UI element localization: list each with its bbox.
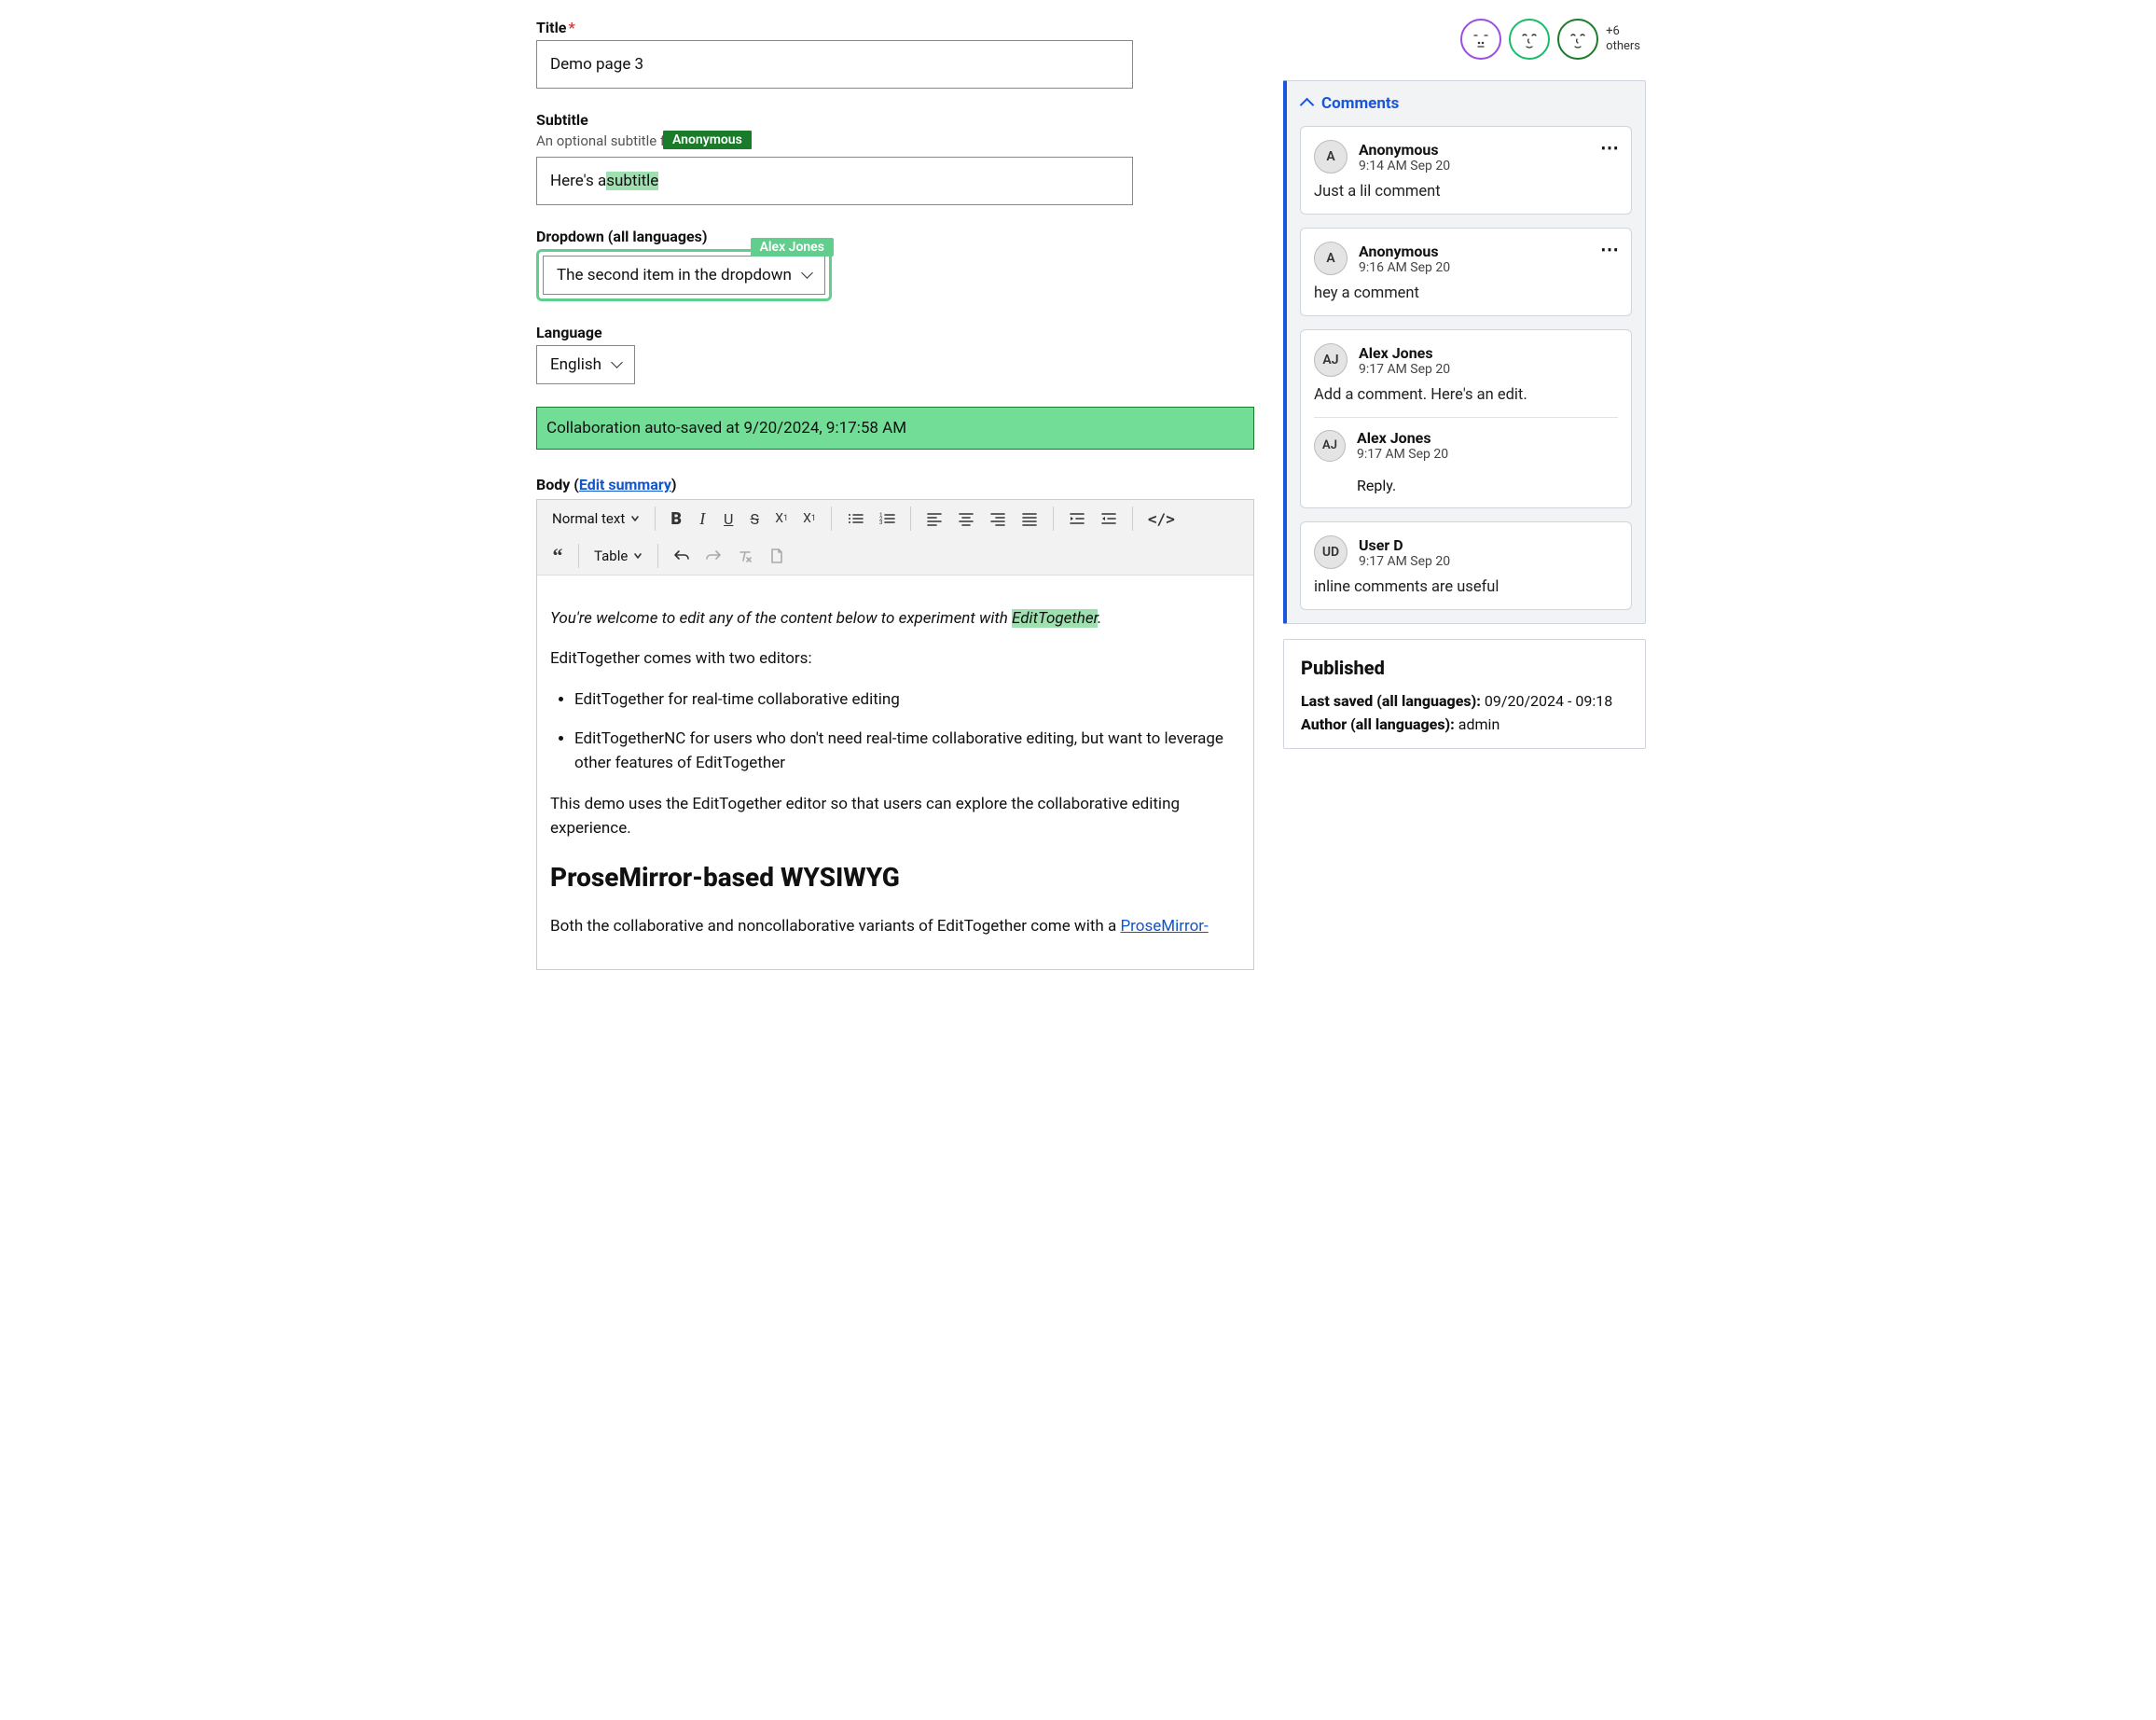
outdent-button[interactable] <box>1093 506 1125 532</box>
comment-author: Alex Jones <box>1357 429 1448 447</box>
numbered-list-button[interactable]: 123 <box>871 506 903 532</box>
prosemirror-link[interactable]: ProseMirror- <box>1120 917 1208 936</box>
list-item: EditTogetherNC for users who don't need … <box>574 727 1240 776</box>
code-button[interactable]: </> <box>1140 506 1182 532</box>
title-field: Title * Demo page 3 <box>536 19 1261 89</box>
presence-avatar[interactable] <box>1557 19 1598 60</box>
redo-button[interactable] <box>698 543 729 569</box>
subtitle-label: Subtitle <box>536 111 1261 129</box>
dropdown-field: Dropdown (all languages) Alex Jones The … <box>536 228 1261 301</box>
italic-button[interactable]: I <box>689 506 715 532</box>
chevron-up-icon <box>1302 94 1312 113</box>
comment-text: hey a comment <box>1314 284 1618 302</box>
body-editor: Normal text B I U S X1 X1 123 <box>536 499 1254 970</box>
presence-bar: +6 others <box>1283 19 1646 60</box>
presence-avatar[interactable] <box>1460 19 1501 60</box>
editor-content[interactable]: You're welcome to edit any of the conten… <box>537 576 1253 969</box>
title-label: Title * <box>536 19 1261 36</box>
comment-reply: AJ Alex Jones 9:17 AM Sep 20 Reply. <box>1314 417 1618 494</box>
align-right-button[interactable] <box>982 506 1014 532</box>
more-icon[interactable]: ⋯ <box>1600 136 1620 159</box>
autosave-banner: Collaboration auto-saved at 9/20/2024, 9… <box>536 407 1254 450</box>
language-label: Language <box>536 324 1261 341</box>
avatar: AJ <box>1314 430 1346 462</box>
subtitle-presence-tag: Anonymous <box>663 131 752 149</box>
comment-card[interactable]: ⋯ A Anonymous 9:14 AM Sep 20 Just a lil … <box>1300 126 1632 215</box>
align-center-button[interactable] <box>950 506 982 532</box>
bold-button[interactable]: B <box>663 506 689 532</box>
strikethrough-button[interactable]: S <box>741 506 767 532</box>
title-input[interactable]: Demo page 3 <box>536 40 1133 89</box>
subtitle-input[interactable]: Here's a subtitle <box>536 157 1133 205</box>
format-dropdown[interactable]: Normal text <box>545 506 647 531</box>
chevron-down-icon <box>609 355 621 374</box>
comment-author: Anonymous <box>1359 243 1450 260</box>
comment-card[interactable]: ⋯ A Anonymous 9:16 AM Sep 20 hey a comme… <box>1300 228 1632 316</box>
comment-text: Add a comment. Here's an edit. <box>1314 386 1618 404</box>
blockquote-button[interactable]: “ <box>545 543 571 569</box>
superscript-button[interactable]: X1 <box>795 506 823 532</box>
comment-time: 9:16 AM Sep 20 <box>1359 260 1450 275</box>
comment-author: User D <box>1359 536 1450 554</box>
avatar: AJ <box>1314 343 1348 377</box>
dropdown-presence-tag: Alex Jones <box>751 238 834 257</box>
comment-author: Alex Jones <box>1359 344 1450 362</box>
avatar: A <box>1314 140 1348 173</box>
comment-time: 9:14 AM Sep 20 <box>1359 159 1450 173</box>
clear-format-button[interactable] <box>729 543 761 569</box>
comment-card[interactable]: AJ Alex Jones 9:17 AM Sep 20 Add a comme… <box>1300 329 1632 508</box>
comments-panel: Comments ⋯ A Anonymous 9:14 AM Sep 20 Ju… <box>1283 80 1646 624</box>
comment-time: 9:17 AM Sep 20 <box>1357 447 1448 462</box>
presence-avatar[interactable] <box>1509 19 1550 60</box>
subtitle-help: An optional subtitle for the page. <box>536 132 1261 149</box>
language-field: Language English <box>536 324 1261 384</box>
dropdown-label: Dropdown (all languages) <box>536 228 1261 245</box>
language-select[interactable]: English <box>536 345 635 384</box>
table-dropdown[interactable]: Table <box>587 544 650 568</box>
required-asterisk: * <box>568 19 574 36</box>
comment-text: Just a lil comment <box>1314 183 1618 201</box>
published-heading: Published <box>1301 657 1628 679</box>
subscript-button[interactable]: X1 <box>767 506 795 532</box>
comment-time: 9:17 AM Sep 20 <box>1359 362 1450 377</box>
comment-text: Reply. <box>1314 477 1618 494</box>
presence-others[interactable]: +6 others <box>1606 24 1640 53</box>
subtitle-field: Subtitle An optional subtitle for the pa… <box>536 111 1261 205</box>
dropdown-select[interactable]: The second item in the dropdown <box>543 256 825 295</box>
list-item: EditTogether for real-time collaborative… <box>574 687 1240 712</box>
author-row: Author (all languages): admin <box>1301 715 1628 733</box>
align-left-button[interactable] <box>919 506 950 532</box>
underline-button[interactable]: U <box>715 506 741 532</box>
bullet-list-button[interactable] <box>839 506 871 532</box>
comments-toggle[interactable]: Comments <box>1287 81 1645 126</box>
body-label: Body (Edit summary) <box>536 476 1261 493</box>
avatar: A <box>1314 242 1348 275</box>
published-panel: Published Last saved (all languages): 09… <box>1283 639 1646 749</box>
last-saved-row: Last saved (all languages): 09/20/2024 -… <box>1301 692 1628 710</box>
chevron-down-icon <box>799 266 811 284</box>
comment-text: inline comments are useful <box>1314 578 1618 596</box>
editor-toolbar: Normal text B I U S X1 X1 123 <box>537 500 1253 576</box>
svg-text:3: 3 <box>879 520 882 526</box>
more-icon[interactable]: ⋯ <box>1600 238 1620 260</box>
undo-button[interactable] <box>666 543 698 569</box>
edit-summary-link[interactable]: Edit summary <box>579 476 671 493</box>
indent-button[interactable] <box>1061 506 1093 532</box>
comment-author: Anonymous <box>1359 141 1450 159</box>
align-justify-button[interactable] <box>1014 506 1045 532</box>
comment-card[interactable]: UD User D 9:17 AM Sep 20 inline comments… <box>1300 521 1632 610</box>
avatar: UD <box>1314 535 1348 569</box>
source-button[interactable] <box>761 543 791 569</box>
comment-time: 9:17 AM Sep 20 <box>1359 554 1450 569</box>
